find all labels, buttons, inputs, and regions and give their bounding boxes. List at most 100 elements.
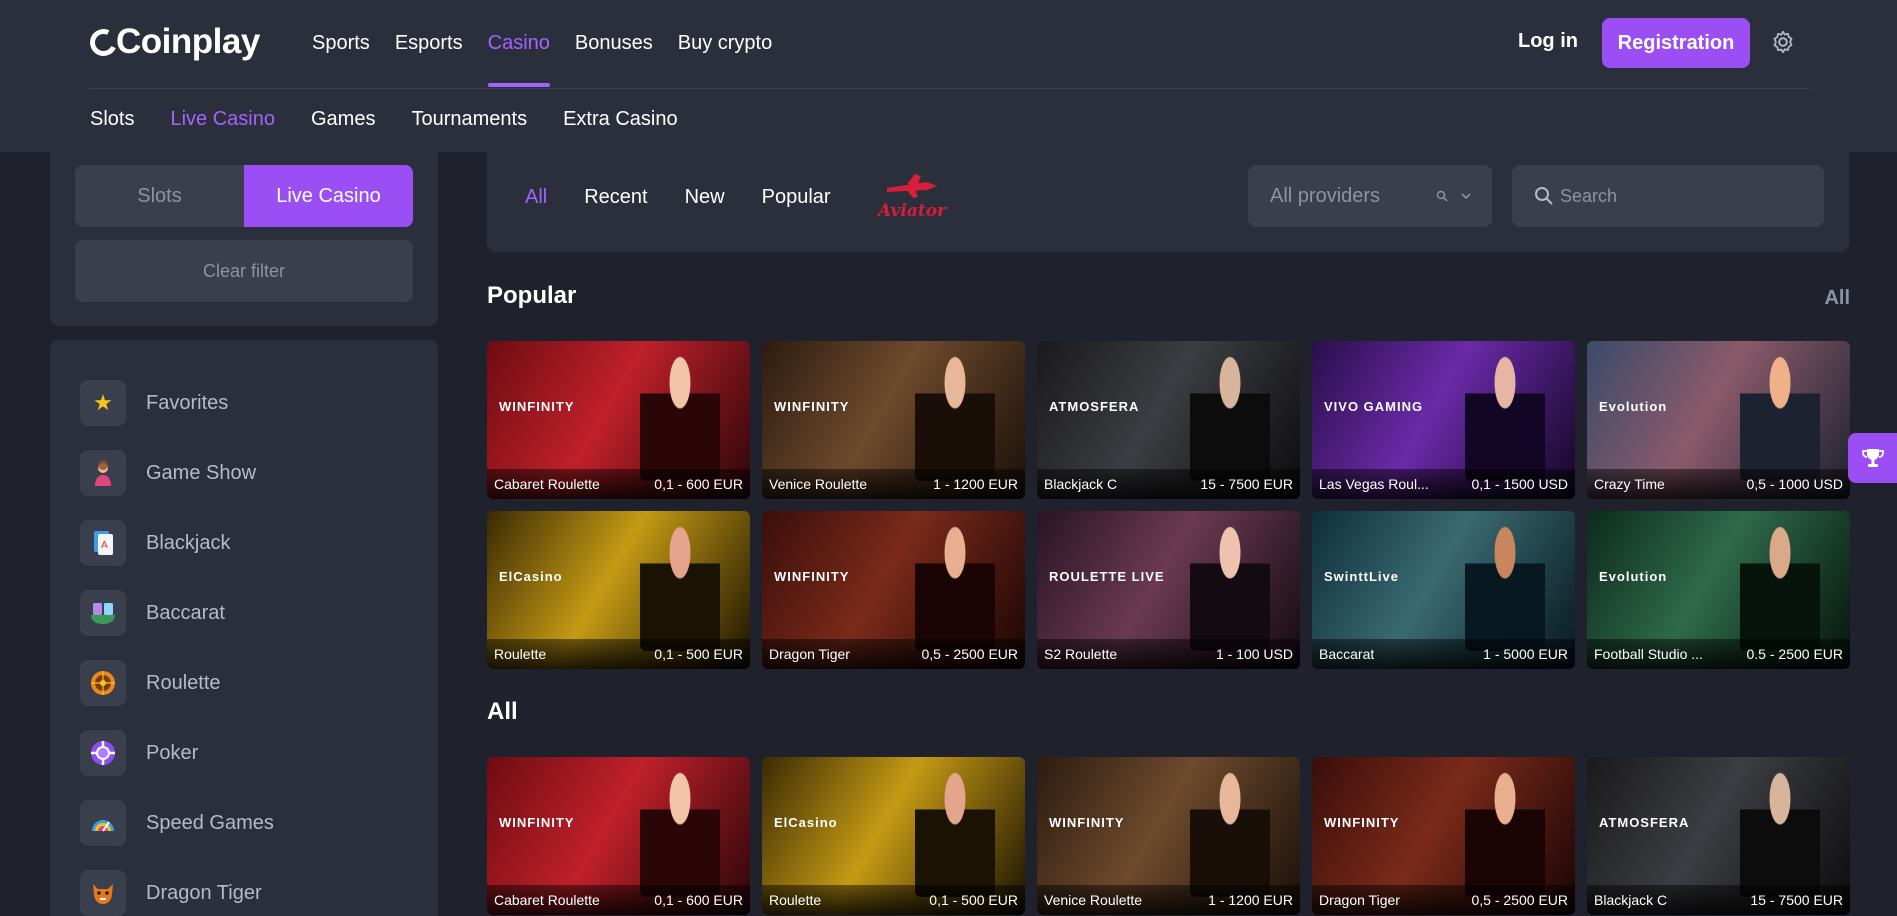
svg-text:A: A: [101, 540, 108, 551]
game-card[interactable]: SwinttLive Baccarat 1 - 5000 EUR: [1312, 511, 1575, 669]
provider-logo: WINFINITY: [774, 399, 850, 414]
game-card[interactable]: WINFINITY Dragon Tiger 0,5 - 2500 EUR: [1312, 757, 1575, 915]
category-list: ★ Favorites Game Show A Blackjack Baccar…: [50, 340, 438, 916]
bet-range: 0.5 - 2500 EUR: [1746, 646, 1844, 662]
category-roulette[interactable]: Roulette: [80, 660, 221, 706]
game-name: Las Vegas Roul...: [1319, 476, 1429, 492]
game-name: Cabaret Roulette: [494, 892, 600, 908]
chevron-down-icon: [1461, 192, 1471, 199]
star-icon: ★: [80, 380, 126, 426]
sidebar-filter-panel: Slots Live Casino Clear filter: [50, 152, 438, 326]
all-section-title: All: [487, 698, 518, 725]
category-speed-games[interactable]: Speed Games: [80, 800, 274, 846]
baccarat-icon: [80, 590, 126, 636]
tab-popular[interactable]: Popular: [762, 186, 831, 209]
game-card[interactable]: Evolution Football Studio ... 0.5 - 2500 E…: [1587, 511, 1850, 669]
dealer-image: [1740, 771, 1820, 897]
dealer-image: [915, 355, 995, 481]
toggle-slots[interactable]: Slots: [75, 165, 244, 227]
game-info-bar: Venice Roulette 1 - 1200 EUR: [762, 469, 1025, 499]
game-name: Baccarat: [1319, 646, 1375, 662]
dealer-image: [915, 525, 995, 651]
tournaments-float-button[interactable]: [1848, 433, 1897, 483]
game-card[interactable]: ROULETTE LIVE S2 Roulette 1 - 100 USD: [1037, 511, 1300, 669]
search-field[interactable]: Search: [1512, 165, 1824, 227]
aviator-logo[interactable]: Aviator: [877, 170, 947, 226]
category-game-show[interactable]: Game Show: [80, 450, 256, 496]
category-poker[interactable]: Poker: [80, 730, 198, 776]
bet-range: 0,5 - 1000 USD: [1746, 476, 1844, 492]
gear-icon[interactable]: [1770, 29, 1796, 55]
subnav-extra-casino[interactable]: Extra Casino: [563, 108, 678, 131]
nav-buy-crypto[interactable]: Buy crypto: [678, 26, 772, 88]
provider-logo: WINFINITY: [1049, 815, 1125, 830]
bet-range: 0,5 - 2500 EUR: [921, 646, 1019, 662]
dealer-image: [1740, 525, 1820, 651]
provider-logo: WINFINITY: [499, 815, 575, 830]
dealer-image: [1190, 771, 1270, 897]
provider-logo: ATMOSFERA: [1599, 815, 1690, 830]
toggle-live-casino[interactable]: Live Casino: [244, 165, 413, 227]
game-info-bar: Venice Roulette 1 - 1200 EUR: [1037, 885, 1300, 915]
login-button[interactable]: Log in: [1518, 30, 1578, 53]
search-icon: [1437, 190, 1448, 202]
clear-filter-button[interactable]: Clear filter: [75, 240, 413, 302]
game-name: Roulette: [494, 646, 547, 662]
providers-dropdown[interactable]: All providers: [1248, 165, 1492, 227]
game-list-tabs: All Recent New Popular: [525, 186, 868, 209]
game-info-bar: Dragon Tiger 0,5 - 2500 EUR: [1312, 885, 1575, 915]
subnav-live-casino[interactable]: Live Casino: [170, 108, 275, 131]
casino-type-toggle: Slots Live Casino: [75, 165, 413, 227]
game-card[interactable]: ElCasino Roulette 0,1 - 500 EUR: [487, 511, 750, 669]
trophy-icon: [1861, 449, 1884, 467]
game-name: Dragon Tiger: [1319, 892, 1400, 908]
game-name: Roulette: [769, 892, 822, 908]
category-dragon-tiger[interactable]: Dragon Tiger: [80, 870, 262, 916]
popular-all-link[interactable]: All: [1824, 287, 1850, 310]
game-card[interactable]: WINFINITY Venice Roulette 1 - 1200 EUR: [1037, 757, 1300, 915]
bet-range: 15 - 7500 EUR: [1750, 892, 1843, 908]
bet-range: 0,1 - 1500 USD: [1471, 476, 1569, 492]
tab-recent[interactable]: Recent: [584, 186, 647, 209]
site-header: Coinplay Sports Esports Casino Bonuses B…: [0, 0, 1897, 152]
tab-new[interactable]: New: [685, 186, 725, 209]
nav-bonuses[interactable]: Bonuses: [575, 26, 653, 88]
game-card[interactable]: ATMOSFERA Blackjack C 15 - 7500 EUR: [1037, 341, 1300, 499]
category-baccarat[interactable]: Baccarat: [80, 590, 225, 636]
poker-chip-icon: [80, 730, 126, 776]
bet-range: 15 - 7500 EUR: [1200, 476, 1293, 492]
game-info-bar: S2 Roulette 1 - 100 USD: [1037, 639, 1300, 669]
subnav-slots[interactable]: Slots: [90, 108, 134, 131]
search-placeholder: Search: [1560, 185, 1618, 206]
game-card[interactable]: WINFINITY Venice Roulette 1 - 1200 EUR: [762, 341, 1025, 499]
nav-casino[interactable]: Casino: [487, 26, 551, 88]
game-card[interactable]: Evolution Crazy Time 0,5 - 1000 USD: [1587, 341, 1850, 499]
dragon-tiger-icon: [80, 870, 126, 916]
provider-logo: Evolution: [1599, 569, 1668, 584]
nav-sports[interactable]: Sports: [312, 26, 370, 88]
tab-all[interactable]: All: [525, 186, 547, 209]
provider-logo: SwinttLive: [1324, 569, 1400, 584]
dealer-image: [915, 771, 995, 897]
game-card[interactable]: WINFINITY Dragon Tiger 0,5 - 2500 EUR: [762, 511, 1025, 669]
game-name: Venice Roulette: [1044, 892, 1143, 908]
category-favorites[interactable]: ★ Favorites: [80, 380, 228, 426]
game-card[interactable]: WINFINITY Cabaret Roulette 0,1 - 600 EUR: [487, 757, 750, 915]
blackjack-icon: A: [80, 520, 126, 566]
subnav-tournaments[interactable]: Tournaments: [411, 108, 527, 131]
nav-esports[interactable]: Esports: [395, 26, 463, 88]
speed-icon: [80, 800, 126, 846]
coinplay-logo[interactable]: Coinplay: [86, 22, 260, 62]
main-nav: Sports Esports Casino Bonuses Buy crypto: [312, 26, 797, 88]
subnav-games[interactable]: Games: [311, 108, 375, 131]
game-card[interactable]: ATMOSFERA Blackjack C 15 - 7500 EUR: [1587, 757, 1850, 915]
game-card[interactable]: WINFINITY Cabaret Roulette 0,1 - 600 EUR: [487, 341, 750, 499]
game-card[interactable]: VIVO GAMING Las Vegas Roul... 0,1 - 1500 U…: [1312, 341, 1575, 499]
bet-range: 1 - 1200 EUR: [933, 476, 1018, 492]
bet-range: 1 - 100 USD: [1215, 646, 1293, 662]
registration-button[interactable]: Registration: [1602, 18, 1750, 68]
dealer-image: [640, 355, 720, 481]
game-card[interactable]: ElCasino Roulette 0,1 - 500 EUR: [762, 757, 1025, 915]
category-blackjack[interactable]: A Blackjack: [80, 520, 230, 566]
game-name: Cabaret Roulette: [494, 476, 600, 492]
